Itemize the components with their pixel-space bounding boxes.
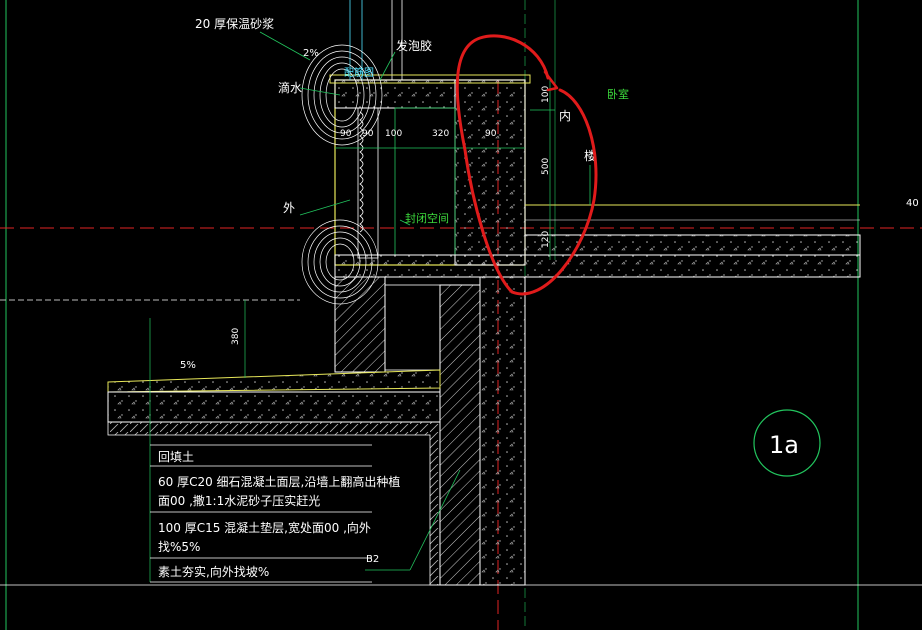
legend-row-c15-line1: 100 厚C15 混凝土垫层,宽处面00 ,向外	[158, 520, 371, 535]
dim-380: 380	[231, 328, 241, 345]
legend-row-c15-line2: 找%5%	[158, 540, 200, 554]
dim-100-top: 100	[541, 86, 551, 103]
label-slope-top: 2%	[303, 48, 319, 59]
dim-90-left: 90	[340, 129, 352, 139]
label-bedroom: 卧室	[607, 87, 629, 101]
label-inside: 内	[559, 109, 571, 123]
legend-row-c20-line2: 面00 ,撒1:1水泥砂子压实赶光	[158, 493, 320, 508]
label-cyan-tag: 配筋图	[344, 66, 374, 79]
label-drip: 滴水	[278, 80, 302, 95]
label-outside: 外	[283, 201, 295, 215]
dim-90-b: 90	[362, 129, 374, 139]
dim-120: 120	[541, 231, 551, 248]
label-pointer-b2: B2	[366, 554, 379, 565]
dim-90-right: 90	[485, 129, 497, 139]
dim-100-mid: 100	[385, 129, 402, 139]
dim-320: 320	[432, 129, 449, 139]
label-marker-40: 40	[906, 198, 919, 209]
label-slope-ground: 5%	[180, 360, 196, 371]
leader-lines	[259, 31, 591, 571]
dim-500: 500	[541, 158, 551, 175]
label-sealed-space: 封闭空间	[405, 211, 449, 225]
legend-row-compacted-soil: 素土夯实,向外找坡%	[158, 564, 269, 579]
label-foam-glue: 发泡胶	[396, 38, 432, 53]
cad-drawing-canvas: 1a 20 厚保温砂浆 2% 配筋图 发泡胶 滴水 卧室 内 楼 外 封闭空间 …	[0, 0, 922, 630]
legend-row-backfill: 回填土	[158, 450, 194, 464]
layer-legend: 回填土 60 厚C20 细石混凝土面层,沿墙上翻高出种植 面00 ,撒1:1水泥…	[150, 444, 400, 583]
legend-row-c20-line1: 60 厚C20 细石混凝土面层,沿墙上翻高出种植	[158, 474, 400, 489]
label-insulation-mortar: 20 厚保温砂浆	[195, 16, 274, 31]
reference-label-1a: 1a	[769, 431, 799, 459]
